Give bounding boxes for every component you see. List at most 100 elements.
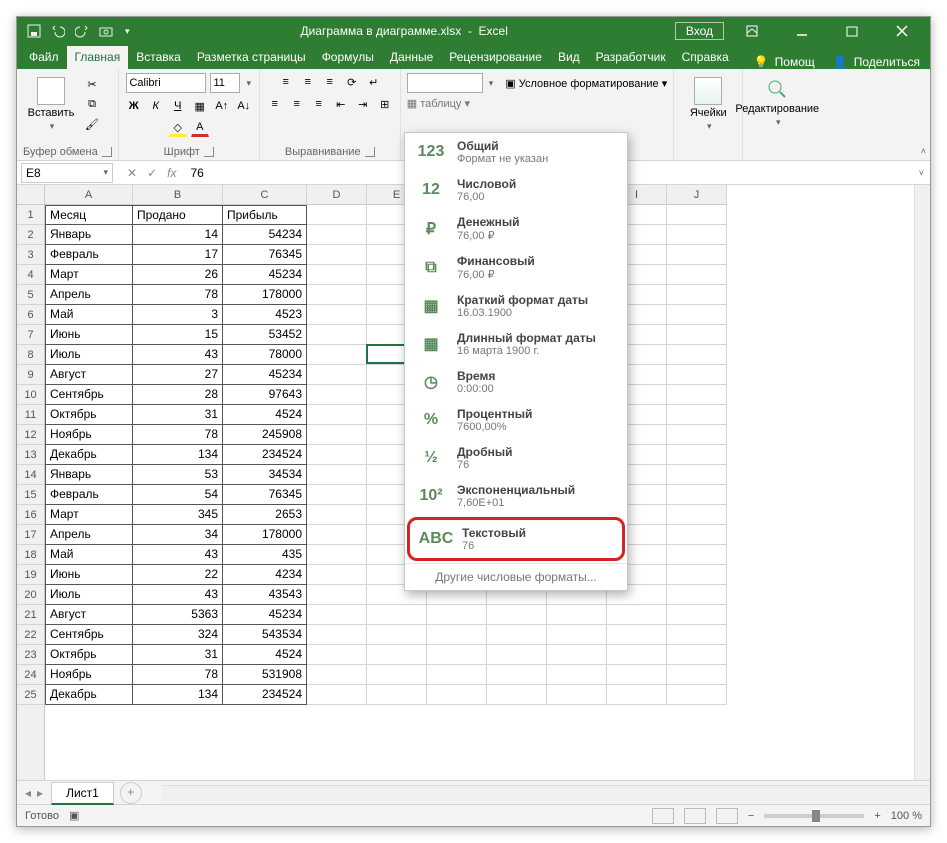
tab-help[interactable]: Справка <box>674 46 737 69</box>
cell[interactable] <box>307 605 367 625</box>
row-header[interactable]: 25 <box>17 685 44 705</box>
fill-color-button[interactable]: ◇ <box>169 119 187 137</box>
row-header[interactable]: 16 <box>17 505 44 525</box>
cell[interactable]: Август <box>45 365 133 385</box>
cell[interactable]: Прибыль <box>223 205 307 225</box>
select-all-corner[interactable] <box>17 185 44 205</box>
cell[interactable]: 4524 <box>223 645 307 665</box>
cell[interactable] <box>547 605 607 625</box>
chevron-down-icon[interactable]: ▾ <box>489 78 494 89</box>
save-icon[interactable] <box>27 24 41 38</box>
increase-indent-icon[interactable]: ⇥ <box>354 95 372 113</box>
cell[interactable] <box>667 225 727 245</box>
tab-developer[interactable]: Разработчик <box>588 46 674 69</box>
cell[interactable] <box>427 685 487 705</box>
cell[interactable]: Июнь <box>45 325 133 345</box>
cell[interactable] <box>667 285 727 305</box>
row-header[interactable]: 17 <box>17 525 44 545</box>
share-button[interactable]: Поделиться <box>854 55 920 69</box>
row-header[interactable]: 24 <box>17 665 44 685</box>
row-header[interactable]: 21 <box>17 605 44 625</box>
tab-review[interactable]: Рецензирование <box>441 46 550 69</box>
row-header[interactable]: 15 <box>17 485 44 505</box>
row-header[interactable]: 6 <box>17 305 44 325</box>
tab-data[interactable]: Данные <box>382 46 441 69</box>
cell[interactable]: 43 <box>133 345 223 365</box>
cell[interactable]: Октябрь <box>45 645 133 665</box>
number-format-option[interactable]: ½Дробный76 <box>405 439 627 477</box>
cell[interactable] <box>667 505 727 525</box>
cell[interactable] <box>667 525 727 545</box>
cell[interactable] <box>667 685 727 705</box>
cell[interactable]: 28 <box>133 385 223 405</box>
maximize-button[interactable] <box>830 17 874 45</box>
number-format-option[interactable]: %Процентный7600,00% <box>405 401 627 439</box>
cell[interactable]: Сентябрь <box>45 625 133 645</box>
new-sheet-button[interactable]: + <box>120 782 142 804</box>
cell[interactable]: Май <box>45 305 133 325</box>
number-format-option[interactable]: ⧉Финансовый76,00 ₽ <box>405 248 627 287</box>
sheet-nav-next-icon[interactable]: ▸ <box>37 786 43 800</box>
row-header[interactable]: 8 <box>17 345 44 365</box>
column-header[interactable]: J <box>667 185 727 205</box>
row-header[interactable]: 20 <box>17 585 44 605</box>
cell[interactable]: 53452 <box>223 325 307 345</box>
row-header[interactable]: 1 <box>17 205 44 225</box>
merge-cells-icon[interactable]: ⊞ <box>376 95 394 113</box>
cell[interactable]: Июль <box>45 585 133 605</box>
cell[interactable]: 5363 <box>133 605 223 625</box>
cells-button[interactable]: Ячейки ▾ <box>680 73 736 136</box>
cell[interactable]: 78 <box>133 285 223 305</box>
cell[interactable] <box>307 625 367 645</box>
cell[interactable]: Январь <box>45 225 133 245</box>
cell[interactable] <box>607 645 667 665</box>
cell[interactable] <box>487 665 547 685</box>
cell[interactable] <box>607 665 667 685</box>
number-format-option[interactable]: ₽Денежный76,00 ₽ <box>405 209 627 248</box>
cell[interactable] <box>487 605 547 625</box>
cell[interactable]: Сентябрь <box>45 385 133 405</box>
number-format-option[interactable]: ▦Длинный формат даты16 марта 1900 г. <box>405 325 627 363</box>
font-size-combo[interactable] <box>210 73 240 93</box>
tab-file[interactable]: Файл <box>21 46 67 69</box>
zoom-slider[interactable] <box>764 814 864 818</box>
cell[interactable] <box>307 365 367 385</box>
cell[interactable] <box>667 545 727 565</box>
tab-formulas[interactable]: Формулы <box>314 46 382 69</box>
cell[interactable] <box>307 545 367 565</box>
column-header[interactable]: D <box>307 185 367 205</box>
fx-icon[interactable]: fx <box>167 166 176 180</box>
cell[interactable]: Октябрь <box>45 405 133 425</box>
cell[interactable]: 43 <box>133 545 223 565</box>
cell[interactable]: Март <box>45 265 133 285</box>
dialog-launcher-icon[interactable] <box>204 147 214 157</box>
cell[interactable] <box>667 345 727 365</box>
cell[interactable] <box>307 205 367 225</box>
cell[interactable]: 76345 <box>223 245 307 265</box>
format-as-table-button[interactable]: ▦ таблицу ▾ <box>407 97 470 110</box>
number-format-option[interactable]: 12Числовой76,00 <box>405 171 627 209</box>
cell[interactable]: 26 <box>133 265 223 285</box>
cell[interactable]: 78000 <box>223 345 307 365</box>
row-header[interactable]: 4 <box>17 265 44 285</box>
cell[interactable]: Февраль <box>45 245 133 265</box>
more-number-formats[interactable]: Другие числовые форматы... <box>405 563 627 590</box>
cell[interactable] <box>367 645 427 665</box>
align-top-icon[interactable]: ≡ <box>277 73 295 91</box>
row-header[interactable]: 14 <box>17 465 44 485</box>
number-format-option[interactable]: 10²Экспоненциальный7,60E+01 <box>405 477 627 515</box>
tab-home[interactable]: Главная <box>67 46 129 69</box>
cell[interactable]: 45234 <box>223 365 307 385</box>
cell[interactable]: 54234 <box>223 225 307 245</box>
cell[interactable] <box>487 645 547 665</box>
cell[interactable]: 234524 <box>223 685 307 705</box>
cell[interactable]: 31 <box>133 645 223 665</box>
cell[interactable] <box>367 605 427 625</box>
dialog-launcher-icon[interactable] <box>365 147 375 157</box>
row-header[interactable]: 3 <box>17 245 44 265</box>
font-name-combo[interactable] <box>126 73 206 93</box>
cell[interactable]: Месяц <box>45 205 133 225</box>
sheet-tab[interactable]: Лист1 <box>51 782 114 805</box>
row-header[interactable]: 23 <box>17 645 44 665</box>
cell[interactable] <box>487 625 547 645</box>
